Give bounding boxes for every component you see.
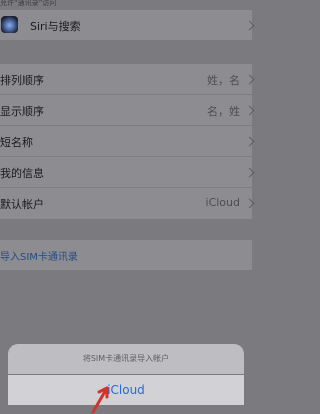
settings-row-my-info[interactable]: 我的信息 [0,157,255,188]
chevron-right-icon [244,198,255,209]
settings-row-default-account[interactable]: 默认帐户 iCloud [0,188,255,219]
settings-row-value: 名，姓 [207,105,240,118]
icloud-option-button[interactable]: iCloud [8,375,244,405]
chevron-right-icon [244,74,255,85]
contacts-settings-group: 排列顺序 姓，名 显示顺序 名，姓 短名称 我的信息 默认帐户 iCloud [0,64,255,219]
settings-row-label: 默认帐户 [0,198,44,211]
chevron-right-icon [244,20,255,31]
import-sim-contacts-label: 导入SIM卡通讯录 [0,252,78,263]
settings-row-value: iCloud [205,196,240,209]
settings-row-label: 排列顺序 [0,74,44,87]
chevron-right-icon [244,167,255,178]
settings-row-value: 姓，名 [207,74,240,87]
action-sheet-title: 将SIM卡通讯录导入帐户 [8,344,244,374]
settings-row-label: 显示顺序 [0,105,44,118]
settings-row-short-name[interactable]: 短名称 [0,126,255,157]
siri-search-row[interactable]: Siri与搜索 [0,10,255,40]
chevron-right-icon [244,105,255,116]
section-caption: 允许“通讯录”访问 [0,0,57,7]
settings-row-label: 短名称 [0,136,33,149]
siri-icon [1,16,18,33]
import-sim-contacts-row[interactable]: 导入SIM卡通讯录 [0,240,252,270]
settings-row-display-order[interactable]: 显示顺序 名，姓 [0,95,255,126]
settings-row-label: 我的信息 [0,167,44,180]
siri-search-label: Siri与搜索 [30,20,81,33]
settings-row-sort-order[interactable]: 排列顺序 姓，名 [0,64,255,95]
chevron-right-icon [244,136,255,147]
